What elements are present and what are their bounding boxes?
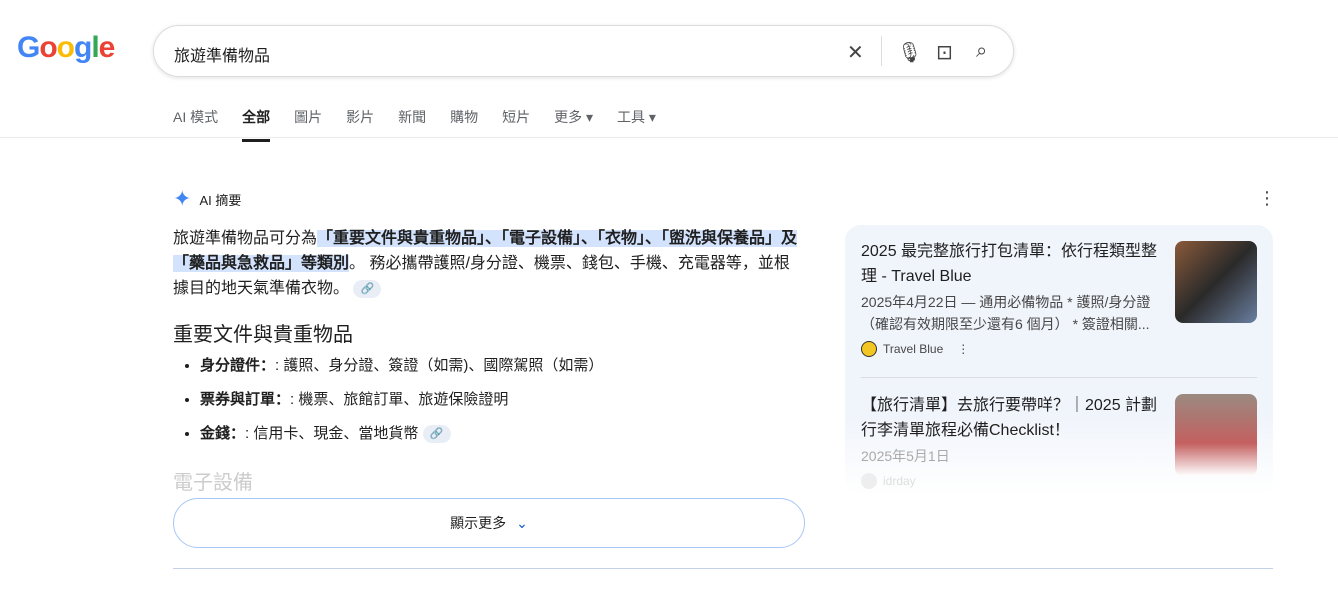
item-value: : 信用卡、現金、當地貨幣 bbox=[245, 425, 419, 442]
sparkle-icon: ✦ bbox=[173, 186, 192, 211]
intro-text: 旅遊準備物品可分為 bbox=[173, 230, 318, 247]
item-value: : 機票、旅館訂單、旅遊保險證明 bbox=[290, 391, 509, 408]
ai-overview-header: ✦ AI 摘要 bbox=[173, 186, 241, 212]
list-item: 票券與訂單：: 機票、旅館訂單、旅遊保險證明 bbox=[200, 390, 603, 410]
show-more-label: 顯示更多 bbox=[450, 515, 507, 531]
list-item: 身分證件：: 護照、身分證、簽證（如需)、國際駕照（如需） bbox=[200, 356, 603, 376]
highlight-text: 「藥品與急救品」等類別 bbox=[173, 255, 350, 272]
source-site: Travel Blue bbox=[883, 342, 944, 356]
lens-camera-icon[interactable]: ⊡ bbox=[936, 40, 953, 65]
divider bbox=[0, 137, 1338, 138]
search-input[interactable]: 旅遊準備物品 bbox=[174, 42, 270, 66]
source-site: idrday bbox=[883, 474, 916, 488]
highlight-text: 「重要文件與貴重物品」、「電子設備」、「衣物」、「盥洗與保養品」及 bbox=[317, 230, 798, 247]
show-more-button[interactable]: 顯示更多 ⌄ bbox=[173, 498, 805, 548]
section-heading: 重要文件與貴重物品 bbox=[173, 324, 353, 346]
favicon-icon bbox=[861, 473, 877, 489]
list-item: 金錢：: 信用卡、現金、當地貨幣 🔗 bbox=[200, 424, 603, 444]
clear-icon[interactable]: ✕ bbox=[847, 40, 864, 65]
google-logo[interactable]: Google bbox=[17, 31, 115, 65]
divider bbox=[881, 36, 882, 66]
microphone-icon[interactable]: 🎙 bbox=[897, 40, 922, 65]
item-key: 票券與訂單： bbox=[200, 391, 291, 408]
search-icon[interactable]: ⌕ bbox=[976, 40, 987, 63]
item-key: 金錢： bbox=[200, 425, 246, 442]
link-icon[interactable]: 🔗 bbox=[422, 425, 451, 444]
source-thumbnail[interactable] bbox=[1175, 394, 1257, 476]
ai-overview-text: 旅遊準備物品可分為「重要文件與貴重物品」、「電子設備」、「衣物」、「盥洗與保養品… bbox=[173, 226, 805, 301]
item-key: 身分證件： bbox=[200, 357, 276, 374]
ai-overview-label: AI 摘要 bbox=[199, 192, 242, 208]
chevron-down-icon: ⌄ bbox=[516, 514, 528, 531]
source-thumbnail[interactable] bbox=[1175, 241, 1257, 323]
more-options-icon[interactable]: ⋮ bbox=[957, 342, 969, 356]
more-options-icon[interactable]: ⋮ bbox=[1258, 188, 1276, 209]
source-snippet: 2025年5月1日 bbox=[861, 448, 950, 464]
item-list: 身分證件：: 護照、身分證、簽證（如需)、國際駕照（如需） 票券與訂單：: 機票… bbox=[182, 356, 603, 458]
section-heading: 電子設備 bbox=[173, 472, 253, 494]
source-title[interactable]: 2025 最完整旅行打包清單：依行程類型整理 - Travel Blue bbox=[861, 239, 1161, 289]
search-box[interactable]: 旅遊準備物品 ✕ 🎙 ⊡ ⌕ bbox=[153, 25, 1014, 77]
divider bbox=[861, 377, 1257, 378]
link-icon[interactable]: 🔗 bbox=[353, 279, 382, 298]
divider bbox=[173, 568, 1273, 569]
sources-panel: 2025 最完整旅行打包清單：依行程類型整理 - Travel Blue 202… bbox=[845, 225, 1273, 495]
source-title[interactable]: 【旅行清單】去旅行要帶咩？｜2025 計劃行李清單旅程必備Checklist！ bbox=[861, 393, 1161, 443]
item-value: : 護照、身分證、簽證（如需)、國際駕照（如需） bbox=[275, 357, 604, 374]
source-snippet: 2025年4月22日 — 通用必備物品 * 護照/身分證（確認有效期限至少還有6… bbox=[861, 294, 1151, 332]
favicon-icon bbox=[861, 341, 877, 357]
